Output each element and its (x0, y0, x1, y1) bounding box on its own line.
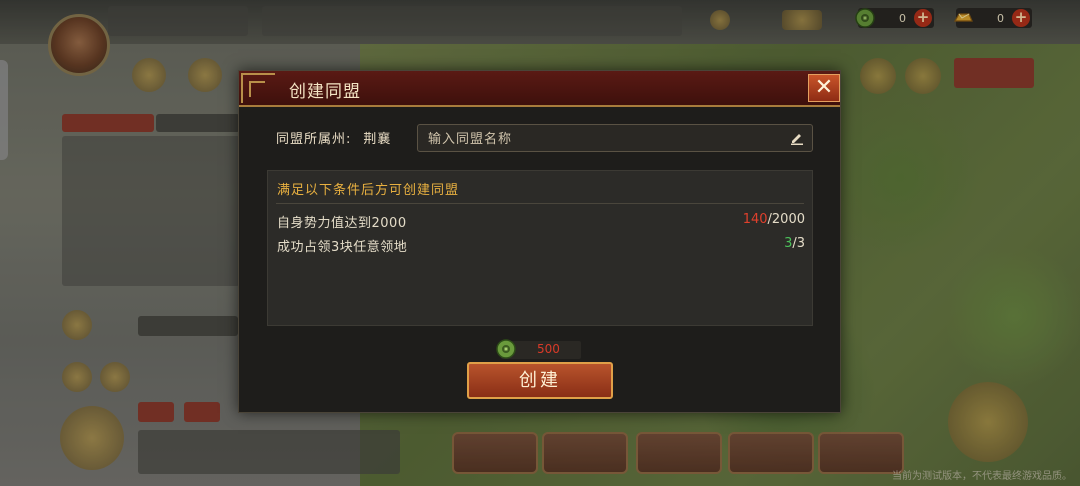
condition-progress: 3/3 (784, 236, 805, 251)
jade-coin-icon (496, 339, 516, 359)
alliance-name-input[interactable] (418, 125, 790, 153)
alliance-state-row: 同盟所属州: 荆襄 (276, 128, 391, 147)
condition-label: 成功占领3块任意领地 (277, 240, 408, 255)
divider (276, 203, 804, 204)
create-alliance-button[interactable]: 创建 (467, 362, 613, 399)
condition-progress: 140/2000 (743, 212, 805, 227)
pencil-icon[interactable] (790, 131, 804, 145)
conditions-title: 满足以下条件后方可创建同盟 (277, 183, 460, 198)
condition-row-power: 自身势力值达到2000 140/2000 (277, 212, 805, 231)
creation-cost: 500 (496, 339, 581, 359)
close-button[interactable]: ✕ (808, 74, 840, 102)
alliance-name-field[interactable] (417, 124, 813, 153)
condition-label: 自身势力值达到2000 (277, 216, 407, 231)
cost-amount: 500 (537, 342, 560, 356)
dialog-title: 创建同盟 (289, 82, 361, 102)
dialog-header: 创建同盟 ✕ (239, 71, 840, 107)
alliance-state-label: 同盟所属州: (276, 132, 352, 147)
condition-current: 140 (742, 212, 768, 227)
condition-required: /2000 (767, 212, 805, 227)
condition-required: /3 (792, 236, 805, 251)
header-ornament-icon (241, 73, 275, 103)
create-alliance-dialog: 创建同盟 ✕ 同盟所属州: 荆襄 满足以下条件后方可创建同盟 自身势力值达到20… (238, 70, 841, 413)
conditions-panel: 满足以下条件后方可创建同盟 自身势力值达到2000 140/2000 成功占领3… (267, 170, 813, 326)
alliance-state-value: 荆襄 (363, 132, 392, 147)
condition-row-territory: 成功占领3块任意领地 3/3 (277, 236, 805, 255)
